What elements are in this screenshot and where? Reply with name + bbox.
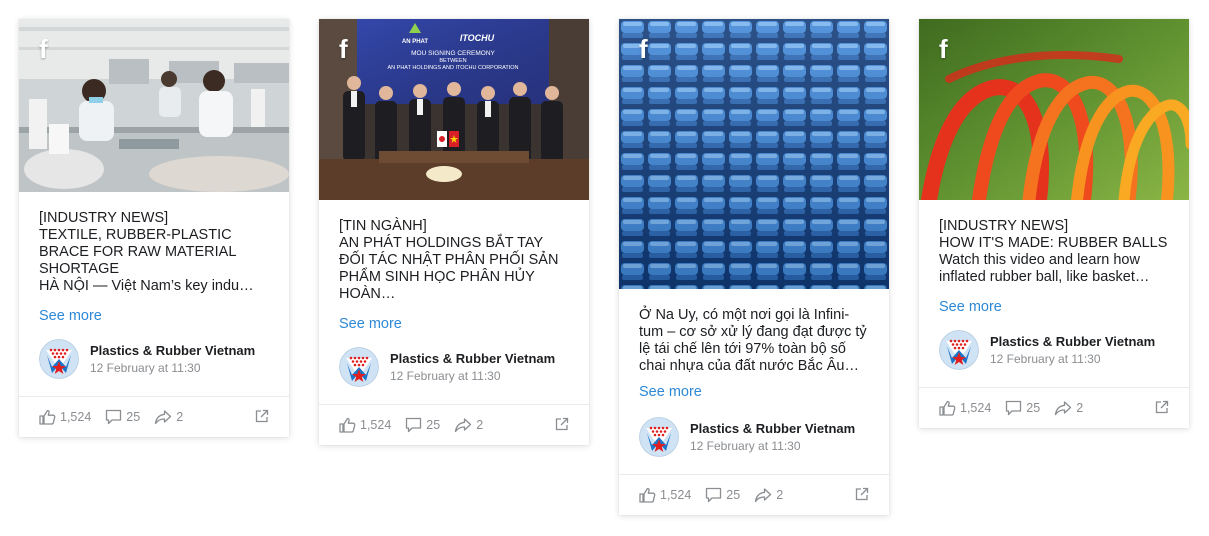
banner-line-3: AN PHAT HOLDINGS AND ITOCHU CORPORATION [388,65,519,71]
like-button[interactable]: 1,524 [339,417,391,433]
external-link-icon[interactable] [555,417,569,431]
comment-icon [1006,400,1022,416]
post-card: AN PHAT ITOCHU MOU SIGNING CEREMONY BETW… [319,19,589,445]
page-avatar[interactable] [39,339,79,379]
page-avatar[interactable] [939,330,979,370]
page-info: Plastics & Rubber Vietnam 12 February at… [939,330,1169,370]
post-card: f [INDUSTRY NEWS] HOW IT'S MADE: RUBBER … [919,19,1189,428]
share-icon [755,488,772,503]
post-image[interactable]: f [919,19,1189,200]
like-count: 1,524 [960,401,992,415]
post-text: [INDUSTRY NEWS] TEXTILE, RUBBER-PLASTIC … [39,210,254,294]
see-more-link[interactable]: See more [39,308,102,324]
facebook-icon: f [639,34,648,64]
see-more-link[interactable]: See more [939,299,1002,315]
comment-count: 25 [126,410,141,424]
post-time[interactable]: 12 February at 11:30 [990,352,1155,366]
thumbs-up-icon [939,400,956,416]
share-button[interactable]: 2 [754,487,783,503]
post-actions: 1,524 25 2 [619,474,889,515]
like-button[interactable]: 1,524 [639,487,691,503]
signing-ceremony-photo: AN PHAT ITOCHU MOU SIGNING CEREMONY BETW… [319,19,589,200]
page-avatar[interactable] [639,417,679,457]
share-count: 2 [776,488,784,502]
orange-hooks-photo [919,19,1189,200]
post-time[interactable]: 12 February at 11:30 [690,439,855,453]
comment-count: 25 [726,488,741,502]
page-info: Plastics & Rubber Vietnam 12 February at… [639,417,869,457]
external-link-icon[interactable] [255,409,269,423]
comment-button[interactable]: 25 [705,487,740,503]
share-icon [455,418,472,433]
thumbs-up-icon [639,487,656,503]
see-more-link[interactable]: See more [339,316,402,332]
page-name[interactable]: Plastics & Rubber Vietnam [990,334,1155,349]
post-text: Ở Na Uy, có một nơi gọi là Infini- tum –… [639,307,867,374]
external-link-icon[interactable] [1155,400,1169,414]
comment-count: 25 [426,418,441,432]
banner-logo-right: ITOCHU [460,33,495,43]
page-name[interactable]: Plastics & Rubber Vietnam [90,343,255,358]
page-name[interactable]: Plastics & Rubber Vietnam [390,351,555,366]
page-info: Plastics & Rubber Vietnam 12 February at… [39,339,269,379]
post-card: f Ở Na Uy, có một nơi gọi là Infini- tum… [619,19,889,515]
share-count: 2 [176,410,184,424]
share-button[interactable]: 2 [1054,400,1083,416]
page-name[interactable]: Plastics & Rubber Vietnam [690,421,855,436]
share-count: 2 [476,418,484,432]
post-image[interactable]: f [619,19,889,289]
post-text: [TIN NGÀNH] AN PHÁT HOLDINGS BẮT TAY ĐỐI… [339,218,559,302]
post-actions: 1,524 25 2 [319,404,589,445]
like-count: 1,524 [660,488,692,502]
comment-icon [706,487,722,503]
page-avatar[interactable] [339,347,379,387]
share-button[interactable]: 2 [454,417,483,433]
facebook-icon: f [939,34,948,64]
banner-logo-left: AN PHAT [402,39,429,45]
post-image[interactable]: AN PHAT ITOCHU MOU SIGNING CEREMONY BETW… [319,19,589,200]
see-more-link[interactable]: See more [639,384,702,400]
external-link-icon[interactable] [855,487,869,501]
facebook-icon: f [339,34,348,64]
post-time[interactable]: 12 February at 11:30 [390,369,555,383]
comment-button[interactable]: 25 [405,417,440,433]
share-count: 2 [1076,401,1084,415]
page-info: Plastics & Rubber Vietnam 12 February at… [339,347,569,387]
share-icon [1055,401,1072,416]
banner-line-1: MOU SIGNING CEREMONY [411,50,495,57]
like-count: 1,524 [360,418,392,432]
post-time[interactable]: 12 February at 11:30 [90,361,255,375]
factory-workers-photo [19,19,289,192]
comment-button[interactable]: 25 [1005,400,1040,416]
like-count: 1,524 [60,410,92,424]
banner-line-2: BETWEEN [439,58,466,64]
thumbs-up-icon [39,409,56,425]
thumbs-up-icon [339,417,356,433]
post-image[interactable]: f [19,19,289,192]
post-card: f [INDUSTRY NEWS] TEXTILE, RUBBER-PLASTI… [19,19,289,437]
comment-count: 25 [1026,401,1041,415]
post-text: [INDUSTRY NEWS] HOW IT'S MADE: RUBBER BA… [939,218,1168,285]
share-button[interactable]: 2 [154,409,183,425]
post-actions: 1,524 25 2 [19,396,289,437]
stadium-seats-photo [619,19,889,289]
comment-button[interactable]: 25 [105,409,140,425]
like-button[interactable]: 1,524 [939,400,991,416]
like-button[interactable]: 1,524 [39,409,91,425]
comment-icon [406,417,422,433]
share-icon [155,410,172,425]
facebook-icon: f [39,34,48,64]
comment-icon [106,409,122,425]
post-actions: 1,524 25 2 [919,387,1189,428]
